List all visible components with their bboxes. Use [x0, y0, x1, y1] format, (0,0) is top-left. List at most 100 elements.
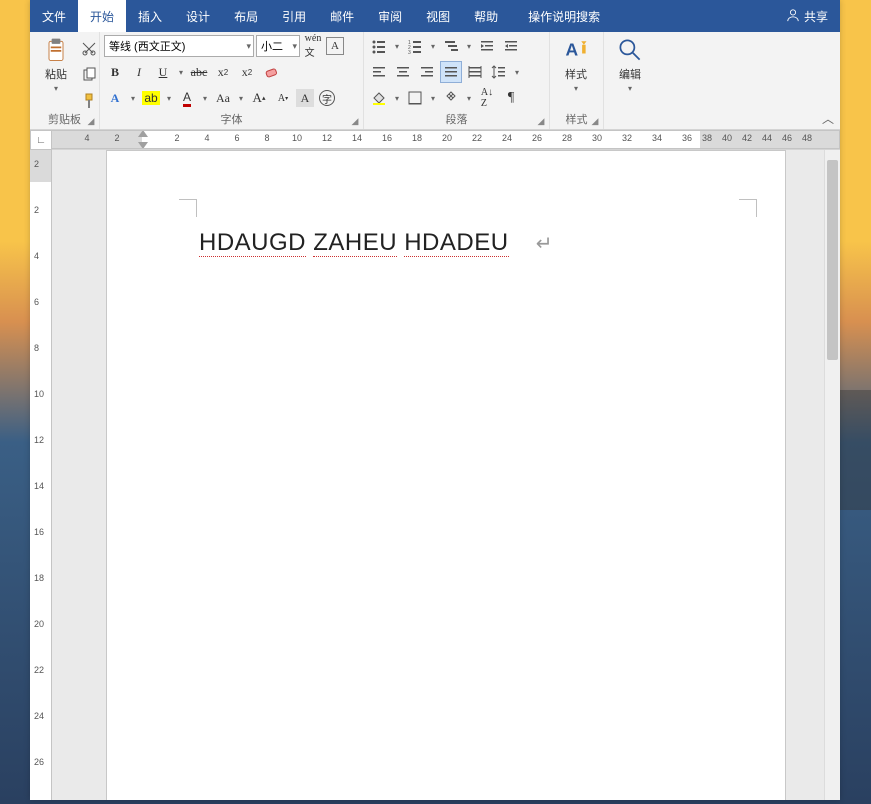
ruler-h-num: 2 [114, 133, 119, 143]
align-right-button[interactable] [416, 61, 438, 83]
word-window: 文件 开始 插入 设计 布局 引用 邮件 审阅 视图 帮助 操作说明搜索 共享 [30, 0, 840, 800]
word-2[interactable]: ZAHEU [313, 229, 397, 257]
content-area: 22468101214161820222426 HDAUGD ZAHEU HDA… [30, 150, 840, 800]
editing-button[interactable]: 编辑 ▾ [608, 34, 652, 95]
tell-me-search[interactable]: 操作说明搜索 [510, 8, 612, 25]
group-clipboard: 粘贴 ▾ 剪贴板 ◢ [30, 32, 100, 129]
chevron-down-icon: ▾ [512, 68, 522, 77]
char-border-button[interactable]: A [326, 37, 344, 55]
ruler-v-num: 20 [34, 619, 44, 629]
tab-selector[interactable]: ∟ [30, 130, 52, 150]
styles-label: 样式 [565, 66, 587, 82]
char-shading-button[interactable]: A [296, 89, 314, 107]
chevron-down-icon: ▾ [51, 84, 61, 93]
bullets-button[interactable] [368, 35, 390, 57]
ruler-v-num: 4 [34, 251, 39, 261]
borders-button[interactable] [404, 87, 426, 109]
italic-button[interactable]: I [128, 61, 150, 83]
align-left-button[interactable] [368, 61, 390, 83]
shrink-font-button[interactable]: A▾ [272, 87, 294, 109]
highlight-button[interactable]: ab [140, 87, 162, 109]
font-size-combo[interactable]: 小二▾ [256, 35, 300, 57]
tab-layout[interactable]: 布局 [222, 0, 270, 32]
increase-indent-button[interactable] [500, 35, 522, 57]
phonetic-guide-button[interactable]: wén文 [302, 35, 324, 57]
change-case-button[interactable]: Aa [212, 87, 234, 109]
tab-view[interactable]: 视图 [414, 0, 462, 32]
collapse-ribbon-button[interactable]: ︿ [822, 110, 834, 127]
vertical-ruler[interactable]: 22468101214161820222426 [30, 150, 52, 800]
sort-button[interactable]: A↓Z [476, 87, 498, 109]
align-justify-button[interactable] [440, 61, 462, 83]
tab-insert[interactable]: 插入 [126, 0, 174, 32]
underline-button[interactable]: U [152, 61, 174, 83]
chevron-down-icon: ▾ [176, 68, 186, 77]
first-line-indent-marker[interactable] [138, 130, 148, 137]
decrease-indent-button[interactable] [476, 35, 498, 57]
superscript-button[interactable]: x2 [236, 61, 258, 83]
chevron-down-icon: ▾ [428, 42, 438, 51]
ruler-h-num: 4 [84, 133, 89, 143]
multilevel-button[interactable] [440, 35, 462, 57]
chevron-down-icon: ▾ [236, 94, 246, 103]
ruler-h-num: 44 [762, 133, 772, 143]
word-1[interactable]: HDAUGD [199, 229, 306, 257]
font-dialog-launcher[interactable]: ◢ [349, 115, 361, 127]
tab-references[interactable]: 引用 [270, 0, 318, 32]
ruler-h-num: 12 [322, 133, 332, 143]
styles-button[interactable]: A 样式 ▾ [554, 34, 598, 95]
font-color-button[interactable]: A [176, 87, 198, 109]
paste-button[interactable]: 粘贴 ▾ [34, 34, 78, 95]
ruler-h-num: 38 [702, 133, 712, 143]
ruler-v-num: 14 [34, 481, 44, 491]
font-name-combo[interactable]: 等线 (西文正文) ▾ [104, 35, 254, 57]
align-center-icon [395, 64, 411, 80]
ruler-v-num: 2 [34, 205, 39, 215]
subscript-button[interactable]: x2 [212, 61, 234, 83]
show-marks-button[interactable]: ¶ [500, 87, 522, 109]
multilevel-icon [443, 38, 459, 54]
tab-home[interactable]: 开始 [78, 0, 126, 32]
tab-review[interactable]: 审阅 [366, 0, 414, 32]
enclose-char-button[interactable]: 字 [316, 87, 338, 109]
align-center-button[interactable] [392, 61, 414, 83]
cut-button[interactable] [78, 38, 100, 60]
vertical-scrollbar[interactable] [824, 150, 840, 800]
scrollbar-thumb[interactable] [827, 160, 838, 360]
strike-button[interactable]: abc [188, 61, 210, 83]
format-painter-button[interactable] [78, 90, 100, 112]
chevron-down-icon: ▾ [164, 94, 174, 103]
tab-design[interactable]: 设计 [174, 0, 222, 32]
clear-format-button[interactable] [260, 61, 282, 83]
clipboard-icon [42, 36, 70, 64]
tab-file[interactable]: 文件 [30, 0, 78, 32]
hanging-indent-marker[interactable] [138, 142, 148, 149]
paragraph-dialog-launcher[interactable]: ◢ [535, 115, 547, 127]
font-name-value: 等线 (西文正文) [109, 38, 185, 54]
chevron-down-icon: ▾ [392, 42, 402, 51]
document-page[interactable]: HDAUGD ZAHEU HDADEU ↵ [106, 150, 786, 800]
tab-help[interactable]: 帮助 [462, 0, 510, 32]
line-spacing-button[interactable] [488, 61, 510, 83]
align-right-icon [419, 64, 435, 80]
line-spacing-icon [491, 64, 507, 80]
grow-font-button[interactable]: A▴ [248, 87, 270, 109]
share-button[interactable]: 共享 [786, 8, 840, 25]
bold-button[interactable]: B [104, 61, 126, 83]
horizontal-ruler[interactable]: 4224681012141618202224262830323436384042… [52, 130, 840, 149]
indent-icon [503, 38, 519, 54]
copy-button[interactable] [78, 64, 100, 86]
text-effects-button[interactable]: A [104, 87, 126, 109]
bullets-icon [371, 38, 387, 54]
snap-to-grid-button[interactable] [440, 87, 462, 109]
styles-dialog-launcher[interactable]: ◢ [589, 115, 601, 127]
distribute-button[interactable] [464, 61, 486, 83]
document-text[interactable]: HDAUGD ZAHEU HDADEU ↵ [199, 229, 553, 257]
clipboard-dialog-launcher[interactable]: ◢ [85, 115, 97, 127]
chevron-down-icon: ▾ [242, 41, 251, 52]
page-scroll[interactable]: HDAUGD ZAHEU HDADEU ↵ [52, 150, 840, 800]
word-3[interactable]: HDADEU [404, 229, 508, 257]
shading-button[interactable] [368, 87, 390, 109]
tab-mail[interactable]: 邮件 [318, 0, 366, 32]
numbering-button[interactable]: 123 [404, 35, 426, 57]
